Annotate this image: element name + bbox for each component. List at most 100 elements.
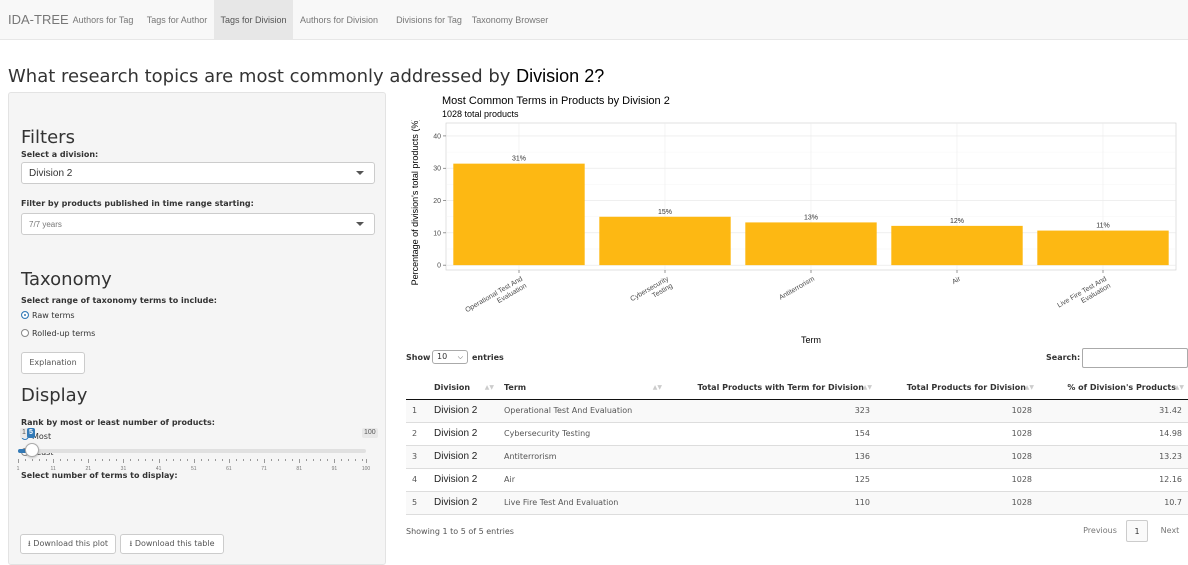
x-axis-title: Term xyxy=(801,335,821,345)
slider-tick xyxy=(18,459,19,463)
slider-minor-tick xyxy=(250,459,251,461)
download-table-button[interactable]: ⭳ Download this table xyxy=(120,534,224,554)
x-tick-label-line: Air xyxy=(951,275,962,286)
table-row[interactable]: 4 Division 2 Air 125 1028 12.16 xyxy=(406,468,1188,492)
next-page-button[interactable]: Next xyxy=(1156,520,1184,542)
cell-term: Air xyxy=(498,468,666,492)
division-select[interactable]: Division 2 xyxy=(21,162,375,184)
table-row[interactable]: 3 Division 2 Antiterrorism 136 1028 13.23 xyxy=(406,445,1188,469)
column-header-total-products[interactable]: Total Products for Division ▲▼ xyxy=(876,376,1038,400)
cell-total-products: 1028 xyxy=(876,422,1038,446)
slider-track[interactable] xyxy=(18,449,366,453)
previous-page-button[interactable]: Previous xyxy=(1080,520,1120,542)
sort-icon: ▲▼ xyxy=(652,384,662,391)
slider-minor-tick xyxy=(271,459,273,461)
cell-division: Division 2 xyxy=(428,399,498,423)
row-index: 3 xyxy=(406,445,428,469)
radio-unselected-icon xyxy=(21,328,29,337)
table-row[interactable]: 5 Division 2 Live Fire Test And Evaluation… xyxy=(406,491,1188,515)
bar xyxy=(745,222,877,266)
cell-products-with-term: 110 xyxy=(666,491,876,515)
explanation-button[interactable]: Explanation xyxy=(21,352,85,374)
slider-minor-tick xyxy=(341,459,343,461)
download-plot-button[interactable]: ⭳ Download this plot xyxy=(20,534,116,554)
cell-division: Division 2 xyxy=(428,445,498,469)
tab-taxonomy-browser[interactable]: Taxonomy Browser xyxy=(470,0,550,40)
table-header-row: Division ▲▼ Term ▲▼ Total Products with Te… xyxy=(406,376,1188,400)
slider-tick-label: 91 xyxy=(331,466,338,472)
page-title-division: Division 2? xyxy=(516,66,605,86)
slider-minor-tick xyxy=(32,459,34,461)
tab-divisions-for-tag[interactable]: Divisions for Tag xyxy=(389,0,469,40)
y-tick-label: 40 xyxy=(433,133,441,140)
slider-tick xyxy=(299,459,301,463)
cell-total-products: 1028 xyxy=(876,491,1038,515)
cell-percent: 14.98 xyxy=(1038,422,1188,446)
radio-raw-terms[interactable]: Raw terms xyxy=(21,310,75,321)
sort-icon: ▲▼ xyxy=(1024,384,1034,391)
division-select-value: Division 2 xyxy=(29,168,73,179)
slider-minor-tick xyxy=(74,459,76,461)
slider-tick-label: 81 xyxy=(296,466,302,472)
slider-tick-label: 100 xyxy=(361,466,371,472)
download-icon: ⭳ xyxy=(129,539,133,548)
radio-rolled-up-terms[interactable]: Rolled-up terms xyxy=(21,328,95,339)
y-tick-label: 10 xyxy=(433,230,441,237)
sort-icon: ▲▼ xyxy=(1174,384,1184,391)
navbar-brand[interactable]: IDA-TREE xyxy=(8,12,69,27)
table-row[interactable]: 1 Division 2 Operational Test And Evaluati… xyxy=(406,399,1188,423)
page-1-button[interactable]: 1 xyxy=(1126,520,1148,542)
taxonomy-heading: Taxonomy xyxy=(21,269,112,290)
row-index: 5 xyxy=(406,491,428,515)
chart-subtitle: 1028 total products xyxy=(442,109,519,119)
sort-icon: ▲▼ xyxy=(862,384,872,391)
column-header-products-with-term[interactable]: Total Products with Term for Division ▲▼ xyxy=(666,376,876,400)
x-tick-label: Live Fire Test AndEvaluation xyxy=(1056,276,1112,317)
bar xyxy=(891,225,1023,266)
slider-minor-tick xyxy=(355,459,357,461)
tab-authors-for-division[interactable]: Authors for Division xyxy=(293,0,385,40)
slider-minor-tick xyxy=(306,459,308,461)
x-tick-label: Operational Test AndEvaluation xyxy=(464,276,528,321)
search-input[interactable] xyxy=(1082,348,1188,368)
entries-select[interactable]: 10 ⌵ xyxy=(432,350,468,364)
slider-handle[interactable] xyxy=(25,443,40,457)
row-index: 4 xyxy=(406,468,428,492)
sidebar-panel: Filters Select a division: Division 2 Fi… xyxy=(8,92,386,565)
slider-minor-tick xyxy=(313,459,315,461)
bar-data-label: 13% xyxy=(804,214,818,221)
slider-minor-tick xyxy=(144,459,146,461)
page-title: What research topics are most commonly a… xyxy=(8,66,604,87)
slider-tick-label: 61 xyxy=(226,466,232,472)
slider-minor-tick xyxy=(116,459,118,461)
slider-minor-tick xyxy=(67,459,69,461)
column-header-percent[interactable]: % of Division's Products ▲▼ xyxy=(1038,376,1188,400)
column-header-division[interactable]: Division ▲▼ xyxy=(428,376,498,400)
slider-minor-tick xyxy=(320,459,322,461)
slider-minor-tick xyxy=(25,459,27,461)
slider-tick-label: 71 xyxy=(261,466,267,472)
column-header-term[interactable]: Term ▲▼ xyxy=(498,376,666,400)
slider-minor-tick xyxy=(151,459,153,461)
table-row[interactable]: 2 Division 2 Cybersecurity Testing 154 1028 1… xyxy=(406,422,1188,446)
slider-tick xyxy=(158,459,160,463)
slider-minor-tick xyxy=(130,459,132,461)
chart-title: Most Common Terms in Products by Divisio… xyxy=(442,95,670,107)
tab-tags-for-author[interactable]: Tags for Author xyxy=(140,0,214,40)
slider-minor-tick xyxy=(214,459,216,461)
cell-products-with-term: 136 xyxy=(666,445,876,469)
time-range-select[interactable]: 7/7 years xyxy=(21,213,375,235)
y-tick-label: 30 xyxy=(433,166,441,173)
bar-data-label: 31% xyxy=(512,156,526,163)
tab-tags-for-division[interactable]: Tags for Division xyxy=(214,0,293,40)
slider-tick-label: 1 xyxy=(16,466,20,472)
tab-authors-for-tag[interactable]: Authors for Tag xyxy=(66,0,140,40)
slider-minor-tick xyxy=(172,459,174,461)
cell-total-products: 1028 xyxy=(876,468,1038,492)
row-index: 1 xyxy=(406,399,428,423)
cell-percent: 10.7 xyxy=(1038,491,1188,515)
slider-minor-tick xyxy=(81,459,83,461)
download-plot-label: Download this plot xyxy=(33,539,109,548)
slider-minor-tick xyxy=(285,459,287,461)
bar-chart: 0 10 20 30 40 31% Operational Test AndEvaluati… xyxy=(410,120,1177,345)
